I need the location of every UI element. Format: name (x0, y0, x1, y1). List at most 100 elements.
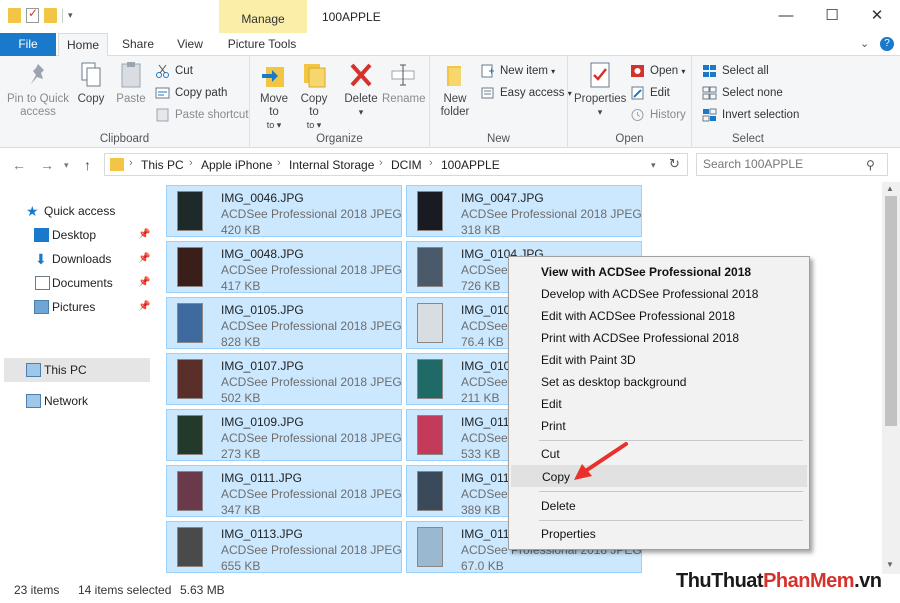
image-thumbnail (417, 359, 443, 399)
tab-view[interactable]: View (168, 33, 212, 56)
folder-icon[interactable] (8, 8, 21, 23)
menu-set-desktop-background[interactable]: Set as desktop background (511, 371, 807, 393)
file-type: ACDSee Professional 2018 JPEG I... (221, 207, 419, 221)
breadcrumb-100apple[interactable]: 100APPLE (441, 158, 500, 172)
tab-picture-tools[interactable]: Picture Tools (222, 33, 302, 56)
file-item[interactable]: IMG_0111.JPG ACDSee Professional 2018 JPE… (166, 465, 418, 517)
scroll-down-icon[interactable]: ▼ (886, 560, 894, 569)
file-type: ACDSee Professional 2018 JPEG I... (221, 487, 419, 501)
minimize-button[interactable]: — (763, 0, 809, 33)
image-thumbnail (177, 359, 203, 399)
menu-properties[interactable]: Properties (511, 523, 807, 545)
chevron-right-icon[interactable]: › (379, 157, 383, 169)
nav-documents[interactable]: Documents 📌 (34, 272, 160, 294)
scroll-up-icon[interactable]: ▲ (886, 184, 894, 193)
properties-button[interactable]: Properties ▾ (574, 60, 626, 119)
menu-copy[interactable]: Copy (511, 465, 807, 487)
selected-size: 5.63 MB (180, 583, 225, 597)
file-item[interactable]: IMG_0109.JPG ACDSee Professional 2018 JPE… (166, 409, 418, 461)
nav-this-pc[interactable]: This PC (26, 359, 87, 381)
select-none-button[interactable]: Select none (702, 83, 783, 103)
chevron-right-icon[interactable]: › (129, 157, 133, 169)
select-all-button[interactable]: Select all (702, 61, 769, 81)
chevron-right-icon[interactable]: › (189, 157, 193, 169)
cut-button[interactable]: Cut (155, 61, 193, 81)
nav-quick-access[interactable]: ★ Quick access (26, 200, 115, 222)
file-item[interactable]: IMG_0046.JPG ACDSee Professional 2018 JPE… (166, 185, 418, 237)
move-to-button[interactable]: Move to to ▾ (258, 60, 290, 132)
file-item[interactable]: IMG_0047.JPG ACDSee Professional 2018 JPE… (406, 185, 646, 237)
breadcrumb-dcim[interactable]: DCIM (391, 158, 422, 172)
new-folder-button[interactable]: New folder (436, 60, 474, 119)
nav-downloads[interactable]: ⬇ Downloads 📌 (34, 248, 160, 270)
new-folder-icon[interactable] (44, 8, 57, 23)
file-item[interactable]: IMG_0113.JPG ACDSee Professional 2018 JPE… (166, 521, 418, 573)
up-arrow-icon[interactable]: ↑ (84, 157, 91, 173)
history-button[interactable]: History (630, 105, 686, 125)
rename-button[interactable]: Rename (382, 60, 425, 106)
copy-path-button[interactable]: Copy path (155, 83, 227, 103)
search-input[interactable]: Search 100APPLE (696, 153, 888, 176)
pin-quick-access-button[interactable]: Pin to Quick access (6, 60, 70, 119)
customize-toolbar-icon[interactable]: ▾ (68, 10, 73, 21)
breadcrumb-internal-storage[interactable]: Internal Storage (289, 158, 374, 172)
properties-check-icon[interactable] (26, 6, 39, 23)
address-bar[interactable]: › This PC › Apple iPhone › Internal Stor… (104, 153, 688, 176)
image-thumbnail (417, 415, 443, 455)
nav-network[interactable]: Network (26, 390, 88, 412)
menu-edit-paint3d[interactable]: Edit with Paint 3D (511, 349, 807, 371)
file-item[interactable]: IMG_0105.JPG ACDSee Professional 2018 JPE… (166, 297, 418, 349)
new-item-button[interactable]: New item ▾ (480, 61, 555, 81)
pin-icon: 📌 (138, 229, 151, 240)
paste-button[interactable]: Paste (112, 60, 150, 106)
file-item[interactable]: IMG_0107.JPG ACDSee Professional 2018 JPE… (166, 353, 418, 405)
chevron-right-icon[interactable]: › (277, 157, 281, 169)
copy-path-icon (155, 86, 170, 100)
breadcrumb-apple-iphone[interactable]: Apple iPhone (201, 158, 272, 172)
back-arrow-icon[interactable]: ← (12, 157, 26, 173)
file-size: 318 KB (461, 223, 501, 237)
scrollbar-thumb[interactable] (885, 196, 897, 426)
tab-share[interactable]: Share (114, 33, 162, 56)
open-button[interactable]: Open ▾ (630, 61, 685, 81)
menu-print[interactable]: Print (511, 415, 807, 437)
history-icon (630, 108, 645, 122)
nav-desktop[interactable]: Desktop 📌 (34, 224, 160, 246)
address-dropdown-icon[interactable]: ▾ (651, 160, 656, 171)
nav-pictures[interactable]: Pictures 📌 (34, 296, 160, 318)
menu-print-acdsee[interactable]: Print with ACDSee Professional 2018 (511, 327, 807, 349)
tab-manage[interactable]: Manage (219, 0, 307, 33)
forward-arrow-icon[interactable]: → (40, 157, 54, 173)
recent-locations-icon[interactable]: ▾ (64, 160, 69, 171)
copy-button[interactable]: Copy (74, 60, 108, 106)
edit-button[interactable]: Edit (630, 83, 670, 103)
search-icon[interactable]: ⚲ (866, 158, 875, 172)
tab-file[interactable]: File (0, 33, 56, 56)
paste-shortcut-button[interactable]: Paste shortcut (155, 105, 249, 125)
copy-to-button[interactable]: Copy to to ▾ (298, 60, 330, 132)
vertical-scrollbar[interactable]: ▲ ▼ (882, 182, 900, 574)
file-item[interactable]: IMG_0048.JPG ACDSee Professional 2018 JPE… (166, 241, 418, 293)
refresh-icon[interactable]: ↻ (669, 156, 680, 172)
breadcrumb-this-pc[interactable]: This PC (141, 158, 184, 172)
help-icon[interactable]: ? (880, 37, 894, 51)
menu-view-acdsee[interactable]: View with ACDSee Professional 2018 (511, 261, 807, 283)
paste-icon (117, 60, 145, 90)
menu-delete[interactable]: Delete (511, 495, 807, 517)
organize-label: Organize (316, 133, 363, 145)
invert-selection-button[interactable]: Invert selection (702, 105, 799, 125)
menu-develop-acdsee[interactable]: Develop with ACDSee Professional 2018 (511, 283, 807, 305)
file-size: 726 KB (461, 279, 501, 293)
close-button[interactable]: ✕ (854, 0, 900, 33)
maximize-button[interactable]: ☐ (809, 0, 855, 33)
easy-access-button[interactable]: Easy access ▾ (480, 83, 572, 103)
menu-edit[interactable]: Edit (511, 393, 807, 415)
expand-ribbon-icon[interactable]: ⌄ (860, 37, 869, 50)
chevron-right-icon[interactable]: › (429, 157, 433, 169)
menu-edit-acdsee[interactable]: Edit with ACDSee Professional 2018 (511, 305, 807, 327)
menu-cut[interactable]: Cut (511, 443, 807, 465)
paste-shortcut-icon (155, 108, 170, 122)
tab-home[interactable]: Home (58, 33, 108, 57)
scissors-icon (155, 64, 170, 78)
delete-button[interactable]: Delete ▾ (344, 60, 378, 119)
